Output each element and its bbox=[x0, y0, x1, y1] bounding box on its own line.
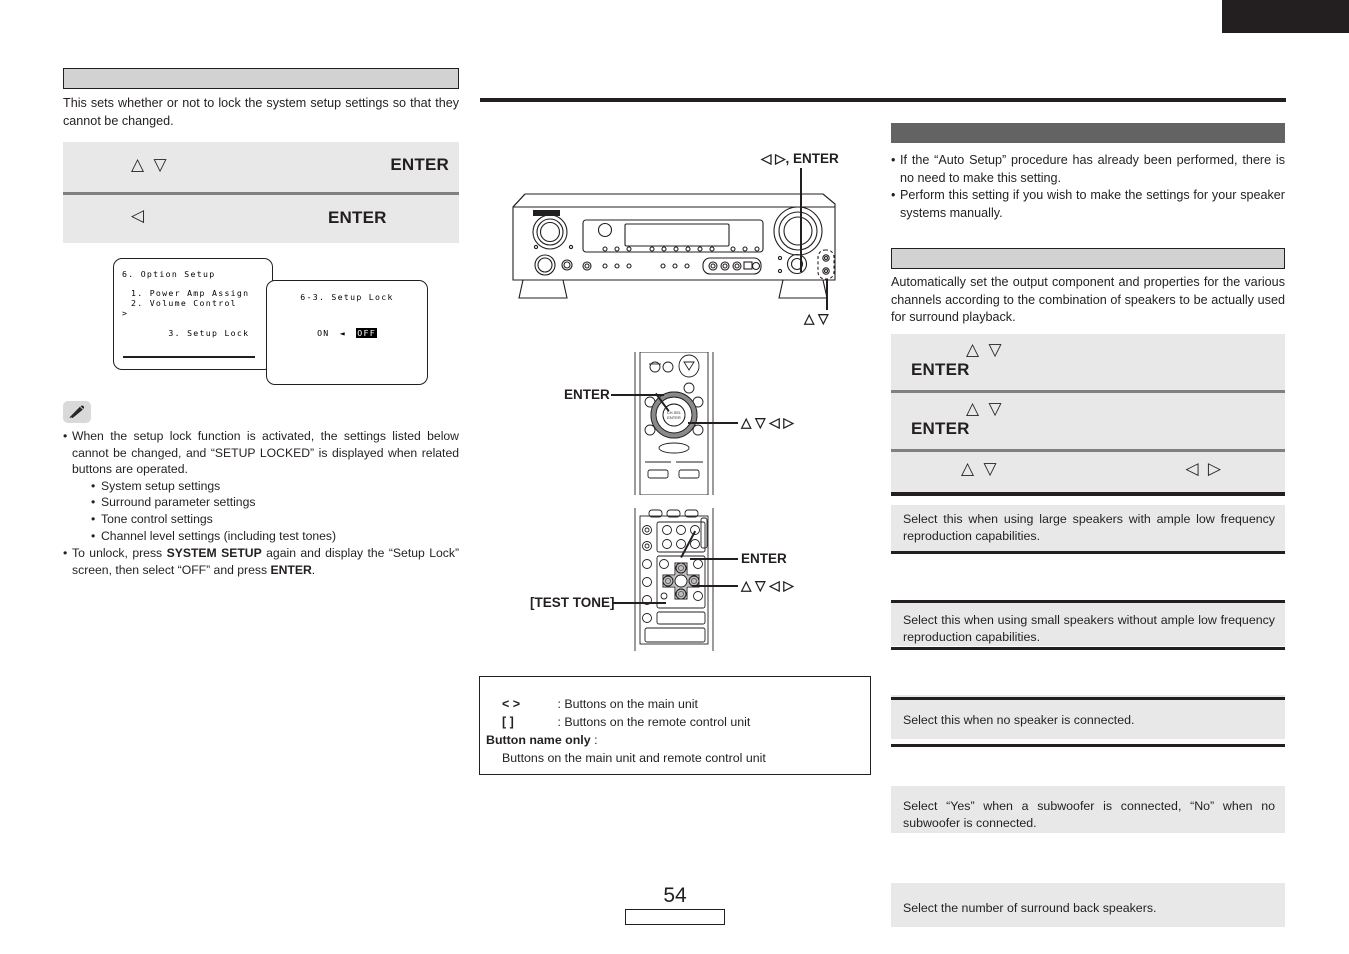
legend-bold-desc: Buttons on the main unit and remote cont… bbox=[502, 751, 766, 765]
remote-lower-callout-right-2: △ ▽ ◁ ▷ bbox=[741, 578, 794, 593]
table-separator bbox=[891, 744, 1285, 747]
page-tab-marker bbox=[1222, 0, 1349, 33]
pencil-icon-glyph bbox=[69, 405, 85, 419]
right-step-2-arrows: △ ▽ bbox=[966, 399, 1004, 419]
remote-lower-callout-left: [TEST TONE] bbox=[530, 595, 615, 610]
right-section-header-dark bbox=[891, 123, 1285, 143]
note-sub-bullet-3: Channel level settings (including test t… bbox=[91, 528, 459, 545]
table-row: Select “Yes” when a subwoofer is connect… bbox=[891, 786, 1285, 833]
legend-row-0-symbol: < > bbox=[502, 697, 521, 711]
legend-bold-row: Button name only : bbox=[480, 731, 870, 749]
right-step-2: △ ▽ ENTER bbox=[891, 393, 1285, 449]
remote-lower-illustration bbox=[634, 508, 714, 651]
osd-menu-item-1: 2. Volume Control bbox=[131, 298, 237, 308]
legend-row-1: [ ] : Buttons on the remote control unit bbox=[480, 713, 870, 731]
legend-row-1-desc: : Buttons on the remote control unit bbox=[557, 715, 751, 729]
legend-box: < > : Buttons on the main unit [ ] : But… bbox=[479, 676, 871, 775]
right-step-3-arrows-left: △ ▽ bbox=[961, 459, 999, 479]
legend-bold-colon: : bbox=[590, 733, 598, 747]
remote-upper-callout-left: ENTER bbox=[564, 387, 610, 402]
table-row-text-0: Select this when using large speakers wi… bbox=[903, 512, 1275, 543]
footer-box bbox=[625, 909, 725, 925]
remote-lower-leader-right-2 bbox=[692, 585, 738, 587]
left-intro-paragraph: This sets whether or not to lock the sys… bbox=[63, 96, 459, 128]
table-separator bbox=[891, 600, 1285, 603]
osd-detail-options: ON ◄ OFF bbox=[267, 328, 427, 338]
remote-upper-callout-right: △ ▽ ◁ ▷ bbox=[741, 415, 794, 430]
osd-menu-item-2-label: 3. Setup Lock bbox=[168, 328, 250, 338]
note-unlock-part-4: . bbox=[311, 562, 316, 577]
note-block: When the setup lock function is activate… bbox=[63, 428, 459, 578]
osd-detail-option-off: OFF bbox=[356, 328, 377, 338]
osd-menu-cursor: > bbox=[122, 308, 129, 318]
legend-bold-label: Button name only bbox=[486, 733, 591, 747]
right-step-2-action: ENTER bbox=[911, 419, 970, 438]
left-step-1-arrows: △ ▽ bbox=[131, 155, 169, 175]
svg-text:ENTER: ENTER bbox=[667, 415, 681, 420]
note-sub-bullet-1: Surround parameter settings bbox=[91, 494, 459, 511]
main-unit-leader-bottom bbox=[826, 280, 828, 310]
table-row-text-1: Select this when using small speakers wi… bbox=[903, 613, 1275, 644]
main-unit-illustration bbox=[512, 193, 836, 299]
right-step-3: △ ▽ ◁ ▷ bbox=[891, 452, 1285, 492]
right-step-1-arrows: △ ▽ bbox=[966, 340, 1004, 360]
left-step-2-arrows: ◁ bbox=[131, 206, 147, 226]
remote-upper-leader-right bbox=[688, 422, 738, 424]
osd-menu-item-2: > 3. Setup Lock bbox=[122, 308, 272, 348]
right-step-separator-3 bbox=[891, 492, 1285, 496]
remote-lower-leader-right-1 bbox=[690, 558, 738, 560]
note-unlock-bullet: To unlock, press SYSTEM SETUP again and … bbox=[63, 545, 459, 578]
top-horizontal-rule bbox=[480, 98, 1286, 102]
table-row-text-2: Select this when no speaker is connected… bbox=[903, 713, 1135, 727]
osd-menu-screen: 6. Option Setup 1. Power Amp Assign 2. V… bbox=[113, 258, 273, 370]
note-unlock-enter: ENTER bbox=[270, 562, 312, 577]
main-unit-callout-top: ◁ ▷, ENTER bbox=[761, 151, 839, 166]
right-subsection-header bbox=[891, 248, 1285, 269]
right-step-1-action: ENTER bbox=[911, 360, 970, 379]
table-row: Select this when no speaker is connected… bbox=[891, 695, 1285, 739]
note-sub-bullet-2: Tone control settings bbox=[91, 511, 459, 528]
note-unlock-system-setup: SYSTEM SETUP bbox=[166, 546, 262, 561]
right-description: Automatically set the output component a… bbox=[891, 275, 1285, 324]
right-step-1: △ ▽ ENTER bbox=[891, 334, 1285, 390]
legend-row-1-symbol: [ ] bbox=[502, 715, 514, 729]
osd-detail-title: 6-3. Setup Lock bbox=[300, 292, 394, 302]
osd-menu-item-0: 1. Power Amp Assign bbox=[131, 288, 250, 298]
table-row: Select this when using small speakers wi… bbox=[891, 600, 1285, 646]
table-row: Select this when using large speakers wi… bbox=[891, 505, 1285, 551]
osd-detail-option-on: ON bbox=[317, 328, 330, 338]
table-row: Select the number of surround back speak… bbox=[891, 883, 1285, 927]
left-step-2: ◁ ENTER bbox=[63, 195, 459, 243]
left-step-2-action: ENTER bbox=[328, 208, 387, 227]
left-step-1: △ ▽ ENTER bbox=[63, 142, 459, 192]
left-section-header bbox=[63, 68, 459, 89]
legend-row-0: < > : Buttons on the main unit bbox=[480, 695, 870, 713]
note-unlock-part-0: To unlock, press bbox=[72, 546, 167, 561]
right-note-1: Perform this setting if you wish to make… bbox=[891, 187, 1285, 222]
remote-lower-callout-right-1: ENTER bbox=[741, 551, 787, 566]
note-bullet-0: When the setup lock function is activate… bbox=[63, 428, 459, 478]
page-number: 54 bbox=[663, 884, 687, 907]
right-step-3-arrows-right: ◁ ▷ bbox=[1185, 459, 1223, 479]
legend-row-0-desc: : Buttons on the main unit bbox=[557, 697, 698, 711]
osd-detail-screen: 6-3. Setup Lock ON ◄ OFF bbox=[266, 280, 428, 385]
main-unit-callout-bottom: △ ▽ bbox=[804, 311, 829, 326]
osd-detail-left-arrow-icon: ◄ bbox=[339, 328, 346, 338]
table-row-text-3: Select “Yes” when a subwoofer is connect… bbox=[903, 799, 1275, 830]
note-sub-bullet-0: System setup settings bbox=[91, 478, 459, 495]
osd-menu-underline bbox=[123, 356, 255, 358]
remote-lower-leader-left bbox=[613, 602, 666, 604]
table-separator bbox=[891, 647, 1285, 650]
right-note-0: If the “Auto Setup” procedure has alread… bbox=[891, 152, 1285, 187]
manual-page: This sets whether or not to lock the sys… bbox=[0, 0, 1349, 954]
table-separator bbox=[891, 551, 1285, 554]
table-row-text-4: Select the number of surround back speak… bbox=[903, 901, 1157, 915]
right-notes: If the “Auto Setup” procedure has alread… bbox=[891, 152, 1285, 222]
left-step-1-action: ENTER bbox=[390, 155, 449, 174]
pencil-icon bbox=[63, 401, 91, 423]
table-separator bbox=[891, 697, 1285, 700]
osd-menu-title: 6. Option Setup bbox=[122, 269, 216, 279]
